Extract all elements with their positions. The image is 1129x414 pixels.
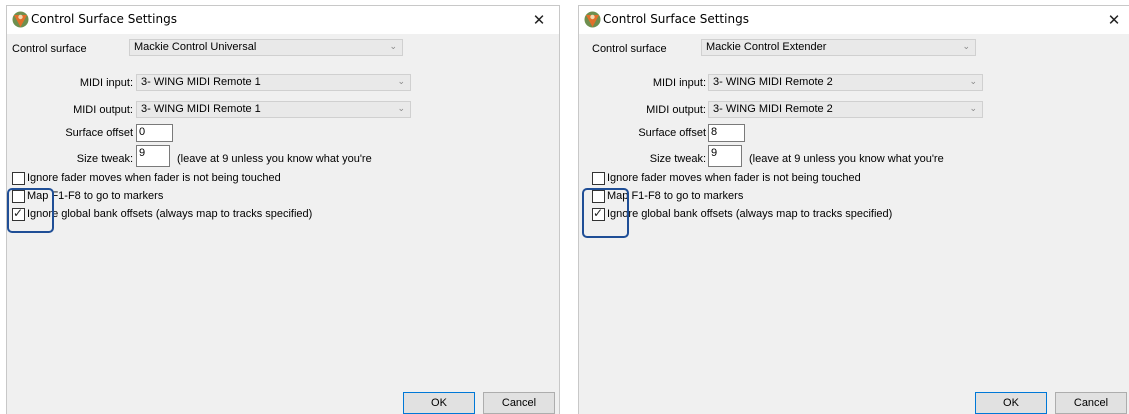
ignore-bank-offsets-label: Ignore global bank offsets (always map t… (607, 208, 893, 220)
chevron-down-icon: ⌄ (397, 77, 405, 87)
size-tweak-input[interactable]: 9 (708, 145, 742, 167)
midi-output-value: 3- WING MIDI Remote 1 (141, 103, 261, 115)
control-surface-label: Control surface (592, 43, 667, 55)
close-icon[interactable]: ✕ (1099, 8, 1129, 32)
midi-output-select[interactable]: 3- WING MIDI Remote 2 ⌄ (708, 101, 983, 118)
surface-offset-value: 8 (711, 126, 718, 138)
surface-offset-value: 0 (139, 126, 146, 138)
title-bar: Control Surface Settings ✕ (7, 6, 559, 34)
size-tweak-value: 9 (711, 147, 718, 159)
reaper-logo-icon (12, 11, 29, 28)
size-tweak-hint: (leave at 9 unless you know what you're (177, 153, 372, 165)
chevron-down-icon: ⌄ (397, 104, 405, 114)
size-tweak-value: 9 (139, 147, 146, 159)
control-surface-value: Mackie Control Extender (706, 41, 827, 53)
ignore-fader-label: Ignore fader moves when fader is not bei… (27, 172, 281, 184)
ignore-fader-checkbox[interactable] (12, 172, 25, 185)
surface-offset-input[interactable]: 0 (136, 124, 173, 142)
midi-input-value: 3- WING MIDI Remote 1 (141, 76, 261, 88)
highlight-annotation (582, 188, 629, 238)
midi-input-select[interactable]: 3- WING MIDI Remote 1 ⌄ (136, 74, 411, 91)
surface-offset-label: Surface offset (638, 127, 706, 139)
ok-button[interactable]: OK (975, 392, 1047, 414)
surface-offset-input[interactable]: 8 (708, 124, 745, 142)
midi-output-label: MIDI output: (73, 104, 133, 116)
midi-input-select[interactable]: 3- WING MIDI Remote 2 ⌄ (708, 74, 983, 91)
size-tweak-label: Size tweak: (76, 153, 133, 165)
chevron-down-icon: ⌄ (389, 42, 397, 52)
chevron-down-icon: ⌄ (969, 77, 977, 87)
cancel-button[interactable]: Cancel (1055, 392, 1127, 414)
size-tweak-label: Size tweak: (649, 153, 706, 165)
dialog-title: Control Surface Settings (603, 12, 749, 26)
midi-output-select[interactable]: 3- WING MIDI Remote 1 ⌄ (136, 101, 411, 118)
ignore-fader-label: Ignore fader moves when fader is not bei… (607, 172, 861, 184)
control-surface-select[interactable]: Mackie Control Extender ⌄ (701, 39, 976, 56)
midi-input-label: MIDI input: (79, 77, 133, 89)
ignore-bank-offsets-label: Ignore global bank offsets (always map t… (27, 208, 313, 220)
reaper-logo-icon (584, 11, 601, 28)
surface-offset-label: Surface offset (65, 127, 133, 139)
close-icon[interactable]: ✕ (521, 8, 557, 32)
ok-button[interactable]: OK (403, 392, 475, 414)
midi-output-label: MIDI output: (646, 104, 706, 116)
midi-input-label: MIDI input: (652, 77, 706, 89)
size-tweak-hint: (leave at 9 unless you know what you're (749, 153, 944, 165)
dialog-title: Control Surface Settings (31, 12, 177, 26)
cancel-button[interactable]: Cancel (483, 392, 555, 414)
control-surface-select[interactable]: Mackie Control Universal ⌄ (129, 39, 403, 56)
title-bar: Control Surface Settings ✕ (579, 6, 1129, 34)
control-surface-value: Mackie Control Universal (134, 41, 257, 53)
control-surface-label: Control surface (12, 43, 87, 55)
size-tweak-input[interactable]: 9 (136, 145, 170, 167)
dialog-right: Control Surface Settings ✕ Control surfa… (578, 5, 1129, 414)
highlight-annotation (7, 188, 54, 233)
ignore-fader-checkbox[interactable] (592, 172, 605, 185)
midi-output-value: 3- WING MIDI Remote 2 (713, 103, 833, 115)
dialog-left: Control Surface Settings ✕ Control surfa… (6, 5, 560, 414)
chevron-down-icon: ⌄ (969, 104, 977, 114)
midi-input-value: 3- WING MIDI Remote 2 (713, 76, 833, 88)
chevron-down-icon: ⌄ (962, 42, 970, 52)
